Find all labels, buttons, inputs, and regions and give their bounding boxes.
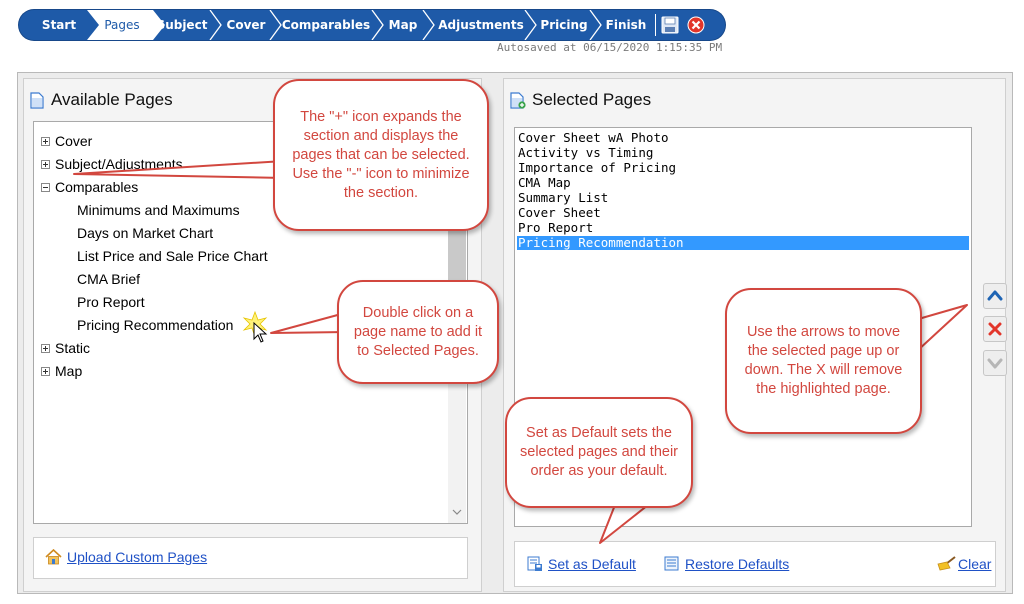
page-add-icon (510, 92, 526, 109)
save-list-icon (527, 556, 542, 571)
callout-default-tip: Set as Default sets the selected pages a… (505, 397, 693, 508)
chevron-separator (589, 10, 602, 40)
page-icon (30, 92, 44, 109)
selected-page-item[interactable]: Activity vs Timing (517, 146, 969, 160)
selected-pages-title: Selected Pages (532, 90, 652, 109)
arrow-down-icon (987, 358, 1003, 369)
chevron-separator (422, 10, 435, 40)
tree-node-static[interactable]: Static (55, 340, 90, 356)
move-up-button[interactable] (983, 283, 1007, 309)
expand-toggle-map[interactable] (41, 367, 50, 376)
x-icon (988, 322, 1002, 336)
available-pages-title: Available Pages (51, 90, 173, 109)
tree-node-comparables[interactable]: Comparables (55, 179, 138, 195)
move-down-button[interactable] (983, 350, 1007, 376)
expand-toggle-cover[interactable] (41, 137, 50, 146)
step-subject[interactable]: Subject (153, 10, 211, 40)
selected-page-item[interactable]: Pro Report (517, 221, 969, 235)
tree-node-subject-adjustments[interactable]: Subject/Adjustments (55, 156, 183, 172)
arrow-up-icon (987, 290, 1003, 301)
clear-link[interactable]: Clear (958, 556, 991, 572)
selected-page-item[interactable]: Cover Sheet wA Photo (517, 131, 969, 145)
chevron-separator (371, 10, 384, 40)
home-upload-icon (45, 549, 62, 565)
restore-list-icon (664, 556, 679, 571)
tree-node-map[interactable]: Map (55, 363, 82, 379)
chevron-separator (269, 10, 282, 40)
toolbar-divider (655, 14, 656, 36)
autosave-status: Autosaved at 06/15/2020 1:15:35 PM (497, 41, 723, 54)
selected-page-item[interactable]: Summary List (517, 191, 969, 205)
step-map[interactable]: Map (385, 10, 421, 40)
callout-arrows-tip: Use the arrows to move the selected page… (725, 288, 922, 434)
expand-toggle-subject-adjustments[interactable] (41, 160, 50, 169)
restore-defaults-link[interactable]: Restore Defaults (685, 556, 789, 572)
set-as-default-link[interactable]: Set as Default (548, 556, 636, 572)
step-adjustments[interactable]: Adjustments (435, 10, 527, 40)
callout-expand-tip: The "+" icon expands the section and dis… (273, 79, 489, 231)
step-pages[interactable]: Pages (93, 10, 151, 40)
tree-leaf[interactable]: Days on Market Chart (77, 225, 213, 241)
tree-leaf[interactable]: CMA Brief (77, 271, 140, 287)
callout-double-click-tip: Double click on a page name to add it to… (337, 280, 499, 384)
close-circle-icon[interactable] (687, 16, 705, 34)
broom-icon (937, 556, 956, 571)
selected-page-item[interactable]: CMA Map (517, 176, 969, 190)
wizard-breadcrumb: Start Pages Subject Cover Comparables Ma… (19, 10, 725, 40)
chevron-separator (209, 10, 222, 40)
step-start[interactable]: Start (31, 10, 87, 40)
step-comparables[interactable]: Comparables (281, 10, 371, 40)
chevron-separator (524, 10, 537, 40)
tree-leaf[interactable]: List Price and Sale Price Chart (77, 248, 268, 264)
tree-leaf[interactable]: Minimums and Maximums (77, 202, 240, 218)
tree-leaf-pricing-recommendation[interactable]: Pricing Recommendation (77, 317, 233, 333)
selected-page-item-highlighted[interactable]: Pricing Recommendation (517, 236, 969, 250)
remove-page-button[interactable] (983, 316, 1007, 342)
tree-node-cover[interactable]: Cover (55, 133, 92, 149)
upload-custom-pages-link[interactable]: Upload Custom Pages (67, 549, 207, 565)
expand-toggle-static[interactable] (41, 344, 50, 353)
chevron-down-icon[interactable] (452, 508, 462, 516)
selected-page-item[interactable]: Cover Sheet (517, 206, 969, 220)
step-pricing[interactable]: Pricing (537, 10, 591, 40)
step-finish[interactable]: Finish (601, 10, 651, 40)
collapse-toggle-comparables[interactable] (41, 183, 50, 192)
selected-page-item[interactable]: Importance of Pricing (517, 161, 969, 175)
tree-leaf[interactable]: Pro Report (77, 294, 145, 310)
step-cover[interactable]: Cover (223, 10, 269, 40)
floppy-disk-icon[interactable] (661, 16, 679, 34)
